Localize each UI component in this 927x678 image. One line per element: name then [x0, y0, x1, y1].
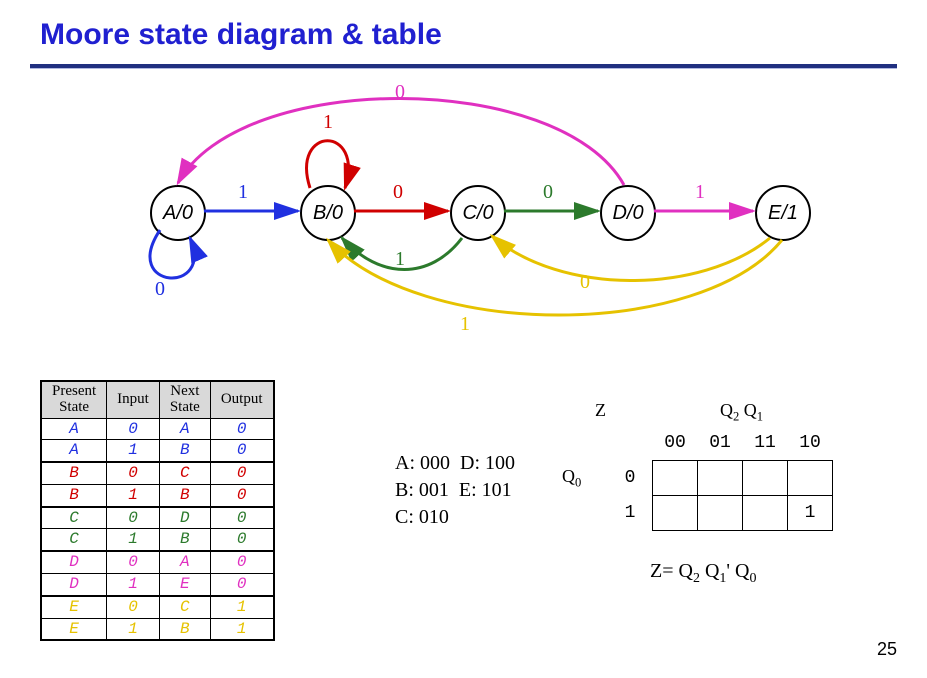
enc-D: D: 100 — [460, 452, 515, 474]
enc-C: C: 010 — [395, 506, 449, 528]
kmap-col-10: 10 — [788, 426, 833, 461]
kmap-z-label: Z — [595, 400, 606, 421]
z-expression: Z= Q2 Q1' Q0 — [650, 560, 756, 587]
table-cell: E — [41, 596, 107, 618]
kmap-col-11: 11 — [743, 426, 788, 461]
table-cell: B — [41, 484, 107, 506]
table-cell: E — [41, 618, 107, 640]
edge-A-A-label: 0 — [155, 278, 165, 300]
kmap-cell-1-01 — [698, 496, 743, 531]
table-cell: 0 — [107, 551, 160, 573]
table-cell: A — [41, 418, 107, 440]
table-cell: 0 — [107, 418, 160, 440]
kmap-cols-label: Q2 Q1 — [720, 400, 763, 425]
state-diagram: A/0 B/0 C/0 D/0 E/1 0 1 — [0, 80, 927, 340]
edge-A-B-label: 1 — [238, 181, 248, 203]
table-cell: 1 — [107, 529, 160, 551]
table-cell: 0 — [107, 462, 160, 484]
table-cell: D — [41, 551, 107, 573]
enc-B: B: 001 — [395, 479, 449, 501]
table-cell: 1 — [210, 618, 273, 640]
kmap-col-01: 01 — [698, 426, 743, 461]
title-rule — [30, 64, 897, 69]
table-cell: 1 — [107, 440, 160, 462]
table-cell: D — [159, 507, 210, 529]
kmap-cell-1-10: 1 — [788, 496, 833, 531]
table-cell: A — [159, 418, 210, 440]
enc-E: E: 101 — [459, 479, 512, 501]
slide-title: Moore state diagram & table — [40, 18, 442, 52]
diagram-edges: 0 1 1 0 0 1 1 0 0 1 — [0, 80, 927, 340]
kmap-cell-0-11 — [743, 461, 788, 496]
table-cell: 0 — [210, 440, 273, 462]
table-cell: 1 — [210, 596, 273, 618]
edge-D-A-label: 0 — [395, 81, 405, 103]
kmap: Z Q2 Q1 Q0 00 01 11 10 0 1 1 — [600, 408, 833, 531]
table-cell: E — [159, 574, 210, 596]
table-cell: B — [159, 440, 210, 462]
table-cell: 0 — [210, 551, 273, 573]
th-input: Input — [107, 381, 160, 418]
table-cell: 0 — [210, 484, 273, 506]
edge-C-B-label: 1 — [395, 248, 405, 270]
edge-E-C-label: 0 — [580, 271, 590, 293]
kmap-cell-1-00 — [653, 496, 698, 531]
kmap-cell-1-11 — [743, 496, 788, 531]
page-number: 25 — [877, 639, 897, 660]
table-cell: 0 — [210, 529, 273, 551]
table-cell: C — [41, 529, 107, 551]
kmap-col-00: 00 — [653, 426, 698, 461]
table-cell: A — [159, 551, 210, 573]
table-cell: A — [41, 440, 107, 462]
kmap-cell-0-00 — [653, 461, 698, 496]
kmap-cell-0-01 — [698, 461, 743, 496]
table-cell: 1 — [107, 618, 160, 640]
enc-A: A: 000 — [395, 452, 450, 474]
kmap-cell-0-10 — [788, 461, 833, 496]
kmap-row-1: 1 — [608, 496, 653, 531]
table-cell: B — [41, 462, 107, 484]
table-cell: B — [159, 529, 210, 551]
edge-D-E-label: 1 — [695, 181, 705, 203]
edge-B-C-label: 0 — [393, 181, 403, 203]
table-cell: 1 — [107, 484, 160, 506]
table-cell: D — [41, 574, 107, 596]
table-cell: 0 — [107, 507, 160, 529]
state-encoding: A: 000 D: 100 B: 001 E: 101 C: 010 — [395, 450, 515, 531]
state-table: PresentState Input NextState Output A0A0… — [40, 380, 275, 641]
table-cell: 0 — [210, 462, 273, 484]
edge-C-D-label: 0 — [543, 181, 553, 203]
edge-E-B-label: 1 — [460, 313, 470, 335]
table-cell: 0 — [210, 418, 273, 440]
th-output: Output — [210, 381, 273, 418]
table-cell: B — [159, 484, 210, 506]
kmap-row-label: Q0 — [562, 466, 581, 491]
table-cell: C — [159, 462, 210, 484]
th-next: NextState — [159, 381, 210, 418]
table-cell: 0 — [107, 596, 160, 618]
table-cell: 0 — [210, 574, 273, 596]
table-cell: C — [159, 596, 210, 618]
table-cell: C — [41, 507, 107, 529]
table-cell: B — [159, 618, 210, 640]
table-cell: 0 — [210, 507, 273, 529]
kmap-row-0: 0 — [608, 461, 653, 496]
th-present: PresentState — [41, 381, 107, 418]
table-cell: 1 — [107, 574, 160, 596]
edge-B-B-label: 1 — [323, 111, 333, 133]
